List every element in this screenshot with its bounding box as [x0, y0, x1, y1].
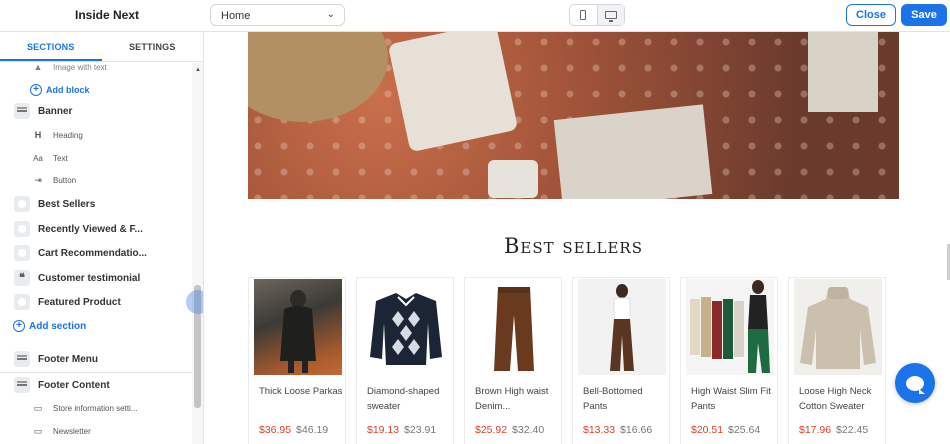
product-image[interactable]: [686, 279, 774, 375]
save-button[interactable]: Save: [901, 4, 947, 26]
product-name[interactable]: High Waist Slim Fit Pants: [691, 384, 775, 414]
page-select-value: Home: [221, 10, 251, 22]
tree-item-footer-menu[interactable]: Footer Menu: [0, 349, 192, 369]
divider: [0, 372, 192, 373]
heading-icon: H: [34, 130, 42, 140]
tree-item-footer-content[interactable]: Footer Content: [0, 375, 192, 395]
tree-item-button[interactable]: ⇥ Button: [0, 170, 192, 190]
tree-item-newsletter[interactable]: ▭ Newsletter: [0, 421, 192, 441]
add-block-button[interactable]: + Add block: [0, 80, 192, 100]
sale-price: $17.96: [799, 424, 832, 436]
tree-item-customer-testimonial[interactable]: ❝ Customer testimonial: [0, 268, 192, 288]
original-price: $32.40: [512, 424, 545, 436]
top-bar: Inside Next Home ⌄ Close Save: [0, 0, 950, 32]
tab-settings[interactable]: SETTINGS: [102, 32, 204, 61]
tree-item-best-sellers[interactable]: Best Sellers: [0, 194, 192, 214]
sidebar: SECTIONS SETTINGS ▲ Image with text + Ad…: [0, 32, 204, 444]
product-name[interactable]: Brown High waist Denim...: [475, 384, 559, 414]
image-icon: ▲: [33, 63, 43, 72]
banner-icon: [14, 103, 30, 119]
plus-icon: +: [30, 84, 42, 96]
device-toggle: [569, 4, 625, 26]
close-button[interactable]: Close: [846, 4, 896, 26]
product-price: $17.96 $22.45: [799, 424, 868, 436]
product-price: $36.95 $46.19: [259, 424, 328, 436]
sale-price: $20.51: [691, 424, 724, 436]
tree-item-heading[interactable]: H Heading: [0, 125, 192, 145]
section-tree: ▲ Image with text + Add block Banner H H…: [0, 63, 192, 444]
product-image[interactable]: [470, 279, 558, 375]
app-title: Inside Next: [75, 8, 140, 22]
original-price: $23.91: [404, 424, 437, 436]
original-price: $46.19: [296, 424, 329, 436]
button-icon: ⇥: [34, 174, 42, 185]
product-grid: Thick Loose Parkas $36.95 $46.19 Diamond…: [248, 277, 899, 444]
product-icon: [14, 294, 30, 310]
sale-price: $25.92: [475, 424, 508, 436]
collection-icon: [14, 221, 30, 237]
sale-price: $19.13: [367, 424, 400, 436]
tab-sections[interactable]: SECTIONS: [0, 32, 102, 61]
product-image[interactable]: [578, 279, 666, 375]
sidebar-scrollbar[interactable]: ▲: [192, 63, 203, 444]
block-icon: ▭: [33, 425, 43, 436]
desktop-icon: [604, 11, 617, 22]
scroll-up-arrow-icon[interactable]: ▲: [195, 67, 201, 73]
tree-item-banner[interactable]: Banner: [0, 101, 192, 121]
sale-price: $13.33: [583, 424, 616, 436]
text-icon: Aa: [33, 153, 43, 163]
sale-price: $36.95: [259, 424, 292, 436]
sidebar-tabs: SECTIONS SETTINGS: [0, 32, 203, 62]
tree-item-featured-product[interactable]: Featured Product: [0, 292, 192, 312]
product-image[interactable]: [254, 279, 342, 375]
product-card[interactable]: Brown High waist Denim... $25.92 $32.40: [464, 277, 562, 444]
desktop-view-button[interactable]: [596, 5, 624, 25]
plus-icon: +: [13, 320, 25, 332]
product-name[interactable]: Bell-Bottomed Pants: [583, 384, 667, 414]
collection-icon: [14, 245, 30, 261]
original-price: $25.64: [728, 424, 761, 436]
product-price: $20.51 $25.64: [691, 424, 760, 436]
product-image[interactable]: [794, 279, 882, 375]
chat-button[interactable]: [895, 363, 935, 403]
product-image[interactable]: [362, 279, 450, 375]
tree-item-image-with-text[interactable]: ▲ Image with text: [0, 63, 192, 77]
product-card[interactable]: Thick Loose Parkas $36.95 $46.19: [248, 277, 346, 444]
add-section-button[interactable]: + Add section: [0, 316, 192, 336]
product-card[interactable]: Diamond-shaped sweater $19.13 $23.91: [356, 277, 454, 444]
product-name[interactable]: Thick Loose Parkas: [259, 384, 343, 399]
product-name[interactable]: Diamond-shaped sweater: [367, 384, 451, 414]
product-name[interactable]: Loose High Neck Cotton Sweater: [799, 384, 883, 414]
banner-image[interactable]: [248, 32, 899, 199]
collection-icon: [14, 196, 30, 212]
original-price: $16.66: [620, 424, 653, 436]
tree-item-text[interactable]: Aa Text: [0, 148, 192, 168]
tree-item-cart-recommendations[interactable]: Cart Recommendatio...: [0, 243, 192, 263]
chat-icon: [906, 375, 925, 394]
chevron-down-icon: ⌄: [326, 9, 335, 20]
product-card[interactable]: High Waist Slim Fit Pants $20.51 $25.64: [680, 277, 778, 444]
page-select[interactable]: Home ⌄: [210, 4, 345, 26]
footer-icon: [14, 351, 30, 367]
product-price: $13.33 $16.66: [583, 424, 652, 436]
product-price: $19.13 $23.91: [367, 424, 436, 436]
store-preview: Best sellers Thick Loose Parkas $36.95 $…: [205, 32, 950, 444]
best-sellers-title: Best sellers: [503, 234, 643, 258]
cursor-highlight: [186, 290, 203, 314]
footer-icon: [14, 377, 30, 393]
tree-item-store-information[interactable]: ▭ Store information setti...: [0, 398, 192, 418]
original-price: $22.45: [836, 424, 869, 436]
tree-item-recently-viewed[interactable]: Recently Viewed & F...: [0, 219, 192, 239]
mobile-icon: [580, 10, 587, 20]
block-icon: ▭: [33, 402, 43, 413]
product-card[interactable]: Loose High Neck Cotton Sweater $17.96 $2…: [788, 277, 886, 444]
mobile-view-button[interactable]: [570, 5, 597, 25]
quote-icon: ❝: [14, 270, 30, 286]
product-card[interactable]: Bell-Bottomed Pants $13.33 $16.66: [572, 277, 670, 444]
product-price: $25.92 $32.40: [475, 424, 544, 436]
